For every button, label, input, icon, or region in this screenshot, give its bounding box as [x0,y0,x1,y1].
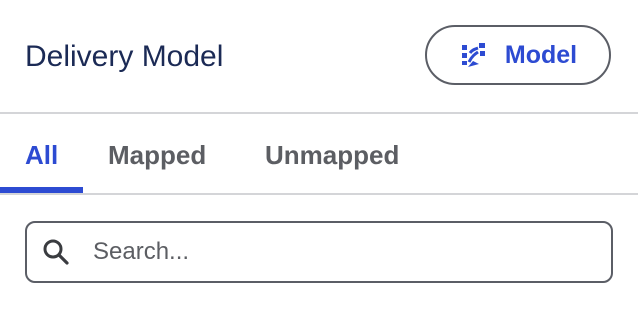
search-icon [41,237,71,267]
tab-all[interactable]: All [25,138,58,172]
model-button[interactable]: Model [425,25,611,85]
model-button-label: Model [504,40,578,69]
search-input[interactable] [91,231,611,273]
panel-title: Delivery Model [25,40,224,73]
tab-unmapped[interactable]: Unmapped [265,138,399,172]
swap-arrows-icon [459,40,489,70]
tabs-divider [0,193,638,195]
tab-mapped[interactable]: Mapped [108,138,206,172]
tab-bar: All Mapped Unmapped [0,114,638,194]
panel-header: Delivery Model Model [0,0,638,113]
delivery-model-panel: Delivery Model Model All Mapped Unmapped… [0,0,638,312]
search-box [25,221,613,283]
